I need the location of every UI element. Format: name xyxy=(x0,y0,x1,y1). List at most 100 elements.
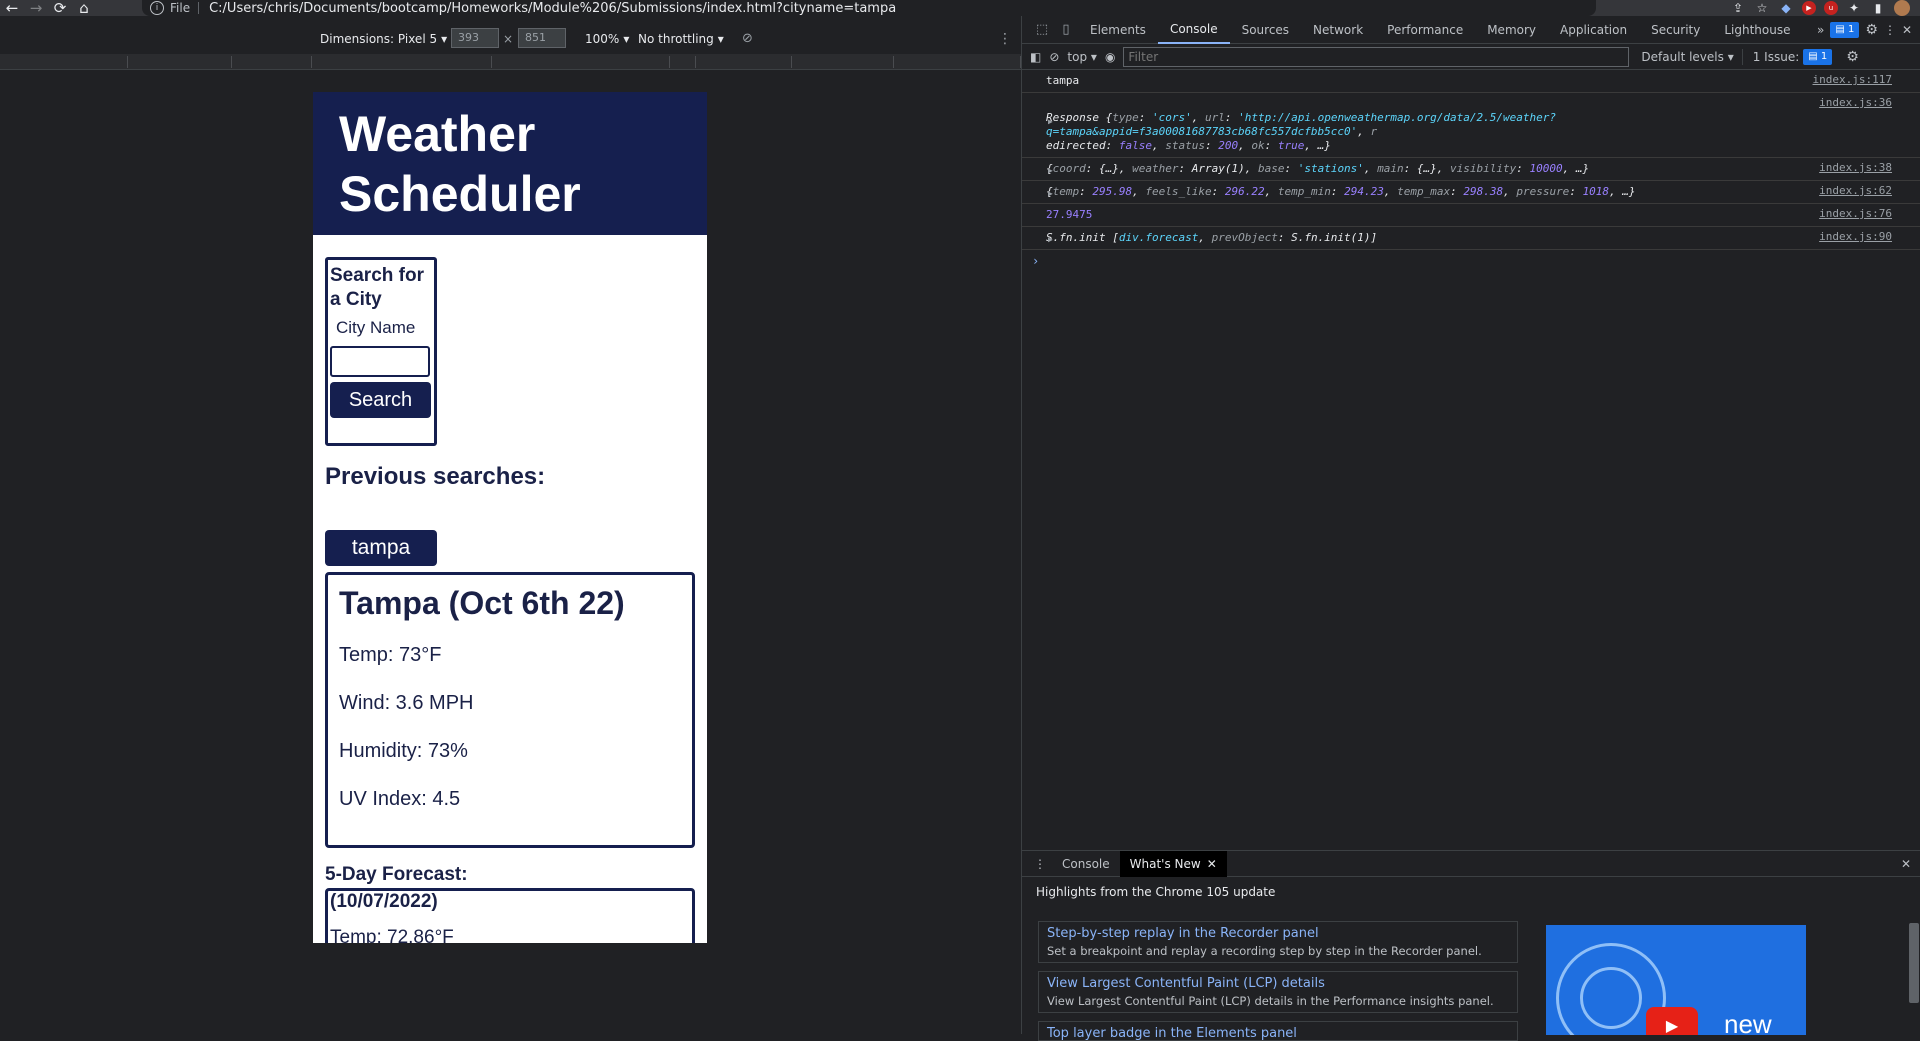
media-query-ruler[interactable] xyxy=(0,54,1021,70)
forward-icon[interactable]: → xyxy=(24,0,48,17)
clear-console-icon[interactable]: ⊘ xyxy=(1049,50,1059,64)
log-object-main: {temp: 295.98, feels_like: 296.22, temp_… xyxy=(1046,185,1636,198)
tab-memory[interactable]: Memory xyxy=(1475,16,1548,44)
log-entry[interactable]: ▶ S.fn.init [div.forecast, prevObject: S… xyxy=(1022,227,1920,250)
youtube-extension-icon[interactable]: ▶ xyxy=(1802,1,1816,15)
tab-security[interactable]: Security xyxy=(1639,16,1712,44)
drawer-tab-whats-new[interactable]: What's New ✕ xyxy=(1119,850,1227,877)
ublock-extension-icon[interactable]: u xyxy=(1824,1,1838,15)
news-description: View Largest Contentful Paint (LCP) deta… xyxy=(1047,994,1494,1008)
customize-menu-icon[interactable]: ⋮ xyxy=(1884,23,1896,37)
drawer-scrollbar[interactable] xyxy=(1909,911,1919,1031)
log-source-link[interactable]: index.js:76 xyxy=(1819,207,1892,221)
bookmark-star-icon[interactable]: ☆ xyxy=(1754,0,1770,16)
current-city-title: Tampa (Oct 6th 22) xyxy=(339,585,625,621)
close-devtools-icon[interactable]: ✕ xyxy=(1902,23,1912,37)
device-toggle-icon[interactable]: ▯ xyxy=(1054,18,1078,42)
video-caption: new xyxy=(1724,1009,1772,1035)
drawer-tab-console[interactable]: Console xyxy=(1052,851,1120,877)
log-levels-label: Default levels xyxy=(1641,49,1724,64)
current-temp: Temp: 73°F xyxy=(339,644,442,666)
console-filter-input[interactable] xyxy=(1123,46,1630,67)
log-source-link[interactable]: index.js:38 xyxy=(1819,161,1892,175)
log-entry[interactable]: ▶ index.js:36 Response {type: 'cors', ur… xyxy=(1022,93,1920,158)
news-item[interactable]: View Largest Contentful Paint (LCP) deta… xyxy=(1038,971,1518,1013)
devtools-tabbar: ⬚ ▯ Elements Console Sources Network Per… xyxy=(1022,16,1920,44)
throttling-select[interactable]: No throttling ▾ xyxy=(638,32,724,46)
tab-elements[interactable]: Elements xyxy=(1078,16,1158,44)
tab-sources[interactable]: Sources xyxy=(1230,16,1301,44)
log-entry[interactable]: ▶ {temp: 295.98, feels_like: 296.22, tem… xyxy=(1022,181,1920,204)
extension-icon[interactable]: ◆ xyxy=(1778,0,1794,16)
previous-search-button[interactable]: tampa xyxy=(325,530,437,566)
url-text[interactable]: C:/Users/chris/Documents/bootcamp/Homewo… xyxy=(209,1,896,16)
close-drawer-icon[interactable]: ✕ xyxy=(1901,857,1920,871)
messages-count: 1 xyxy=(1848,24,1855,35)
log-object-weather: {coord: {…}, weather: Array(1), base: 's… xyxy=(1046,162,1590,175)
chevron-down-icon: ▾ xyxy=(623,32,630,46)
log-levels-select[interactable]: Default levels ▾ xyxy=(1641,50,1733,64)
tab-lighthouse[interactable]: Lighthouse xyxy=(1712,16,1802,44)
share-icon[interactable]: ⇪ xyxy=(1730,0,1746,16)
news-title[interactable]: Step-by-step replay in the Recorder pane… xyxy=(1047,926,1509,941)
viewport-height-input[interactable]: 851 xyxy=(518,28,566,48)
news-item[interactable]: Step-by-step replay in the Recorder pane… xyxy=(1038,921,1518,963)
news-title[interactable]: View Largest Contentful Paint (LCP) deta… xyxy=(1047,976,1509,991)
back-icon[interactable]: ← xyxy=(0,0,24,17)
news-item[interactable]: Top layer badge in the Elements panel xyxy=(1038,1021,1518,1041)
tab-performance[interactable]: Performance xyxy=(1375,16,1475,44)
expand-triangle-icon[interactable]: ▶ xyxy=(1048,187,1053,201)
sidebar-toggle-icon[interactable]: ◧ xyxy=(1030,50,1041,64)
console-settings-gear-icon[interactable]: ⚙ xyxy=(1846,49,1859,65)
live-expression-eye-icon[interactable]: ◉ xyxy=(1105,50,1115,64)
viewport-width-input[interactable]: 393 xyxy=(451,28,499,48)
puzzle-icon[interactable]: ✦ xyxy=(1846,0,1862,16)
zoom-select[interactable]: 100% ▾ xyxy=(585,32,629,46)
log-entry[interactable]: ▶ {coord: {…}, weather: Array(1), base: … xyxy=(1022,158,1920,181)
whats-new-heading: Highlights from the Chrome 105 update xyxy=(1036,885,1276,899)
more-tabs-icon[interactable]: » xyxy=(1817,23,1824,37)
reload-icon[interactable]: ⟳ xyxy=(48,0,72,17)
issues-count: 1 xyxy=(1820,51,1828,62)
log-source-link[interactable]: index.js:117 xyxy=(1813,73,1892,87)
info-icon[interactable]: i xyxy=(150,1,164,15)
tab-console[interactable]: Console xyxy=(1157,16,1230,44)
log-source-link[interactable]: index.js:62 xyxy=(1819,184,1892,198)
sidepanel-icon[interactable]: ▮ xyxy=(1870,0,1886,16)
inspect-element-icon[interactable]: ⬚ xyxy=(1030,18,1054,42)
chevron-down-icon: ▾ xyxy=(1727,49,1734,64)
device-select[interactable]: Dimensions: Pixel 5 ▾ xyxy=(320,32,447,46)
city-name-input[interactable] xyxy=(330,346,430,377)
log-object-response: Response {type: 'cors', url: 'http://api… xyxy=(1046,111,1556,152)
whats-new-video-thumbnail[interactable]: ▶ new xyxy=(1546,925,1806,1035)
expand-triangle-icon[interactable]: ▶ xyxy=(1048,164,1053,178)
avatar[interactable] xyxy=(1894,0,1910,16)
settings-gear-icon[interactable]: ⚙ xyxy=(1865,22,1878,38)
expand-triangle-icon[interactable]: ▶ xyxy=(1048,115,1053,129)
log-source-link[interactable]: index.js:36 xyxy=(1819,96,1892,110)
address-bar[interactable]: i File C:/Users/chris/Documents/bootcamp… xyxy=(142,0,1596,16)
context-select[interactable]: top ▾ xyxy=(1067,50,1097,64)
more-options-icon[interactable]: ⋮ xyxy=(998,31,1012,47)
issues-counter[interactable]: 1 Issue: ▤ 1 xyxy=(1741,48,1833,65)
rotate-icon[interactable]: ⊘ xyxy=(742,31,753,46)
expand-triangle-icon[interactable]: ▶ xyxy=(1048,233,1053,247)
youtube-play-icon[interactable]: ▶ xyxy=(1646,1007,1698,1035)
current-humidity: Humidity: 73% xyxy=(339,740,468,762)
log-source-link[interactable]: index.js:90 xyxy=(1819,230,1892,244)
close-tab-icon[interactable]: ✕ xyxy=(1207,857,1217,871)
page-title: Weather Scheduler xyxy=(339,104,681,224)
messages-badge[interactable]: ▤ 1 xyxy=(1830,21,1860,38)
chevron-down-icon: ▾ xyxy=(717,32,724,46)
drawer-menu-icon[interactable]: ⋮ xyxy=(1028,857,1052,871)
emulated-viewport: Weather Scheduler Search for a City City… xyxy=(313,92,707,943)
home-icon[interactable]: ⌂ xyxy=(72,0,96,17)
drawer-tab-label: What's New xyxy=(1129,856,1201,871)
tab-network[interactable]: Network xyxy=(1301,16,1375,44)
search-button[interactable]: Search xyxy=(330,382,431,418)
scrollbar-thumb[interactable] xyxy=(1909,923,1919,1003)
console-prompt[interactable]: › xyxy=(1022,250,1920,268)
tab-application[interactable]: Application xyxy=(1548,16,1639,44)
log-number: 27.9475 xyxy=(1046,208,1093,221)
chevron-down-icon: ▾ xyxy=(1090,49,1097,64)
